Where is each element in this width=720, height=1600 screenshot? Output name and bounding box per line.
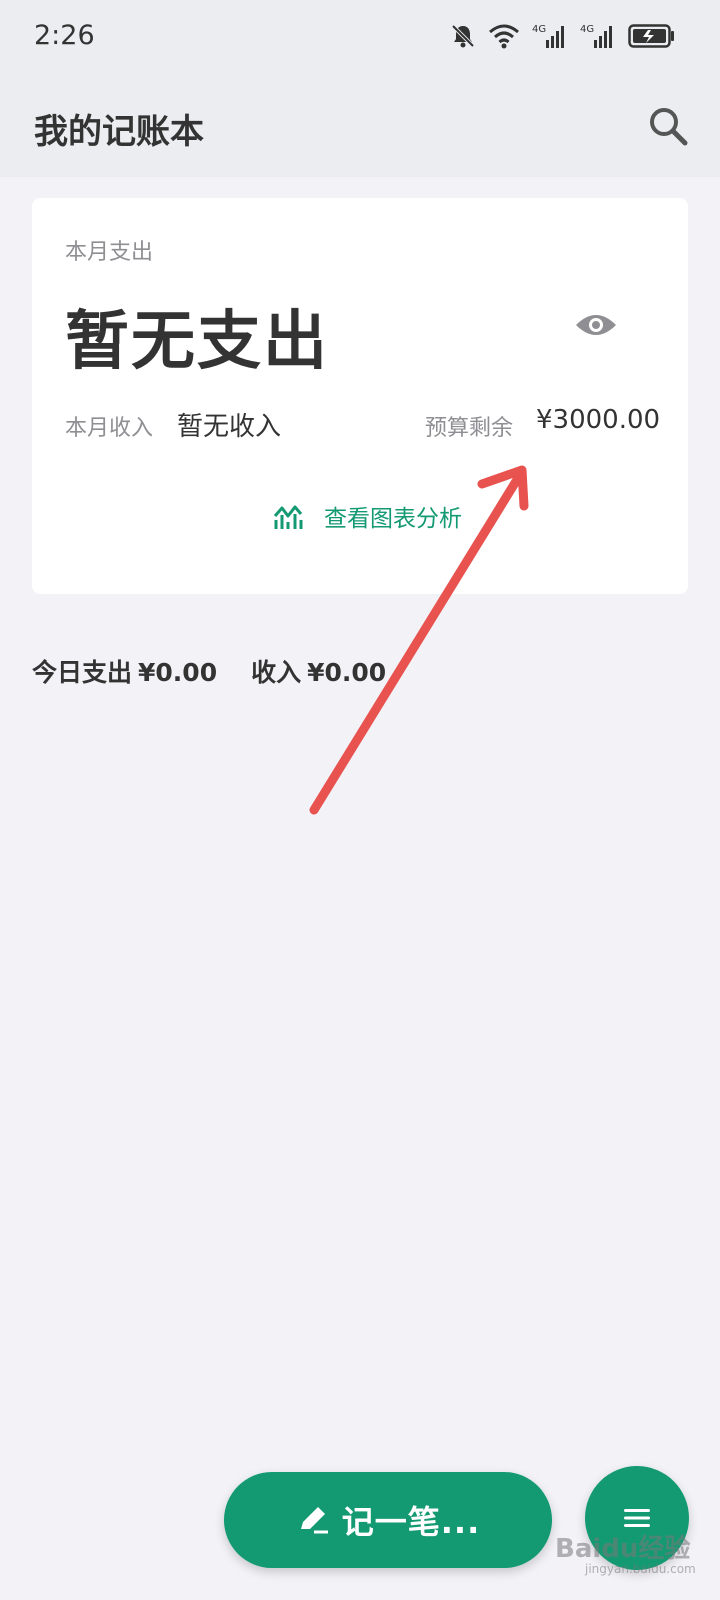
view-chart-analysis-label: 查看图表分析 [324,506,462,532]
record-button-label: 记一笔... [341,1503,481,1541]
network-label-2: 4G [580,24,594,35]
today-expense-label: 今日支出 [32,658,133,687]
budget-left-value: ¥3000.00 [536,405,661,435]
network-label-1: 4G [532,24,546,35]
wifi-icon [489,24,519,49]
page-title: 我的记账本 [34,112,204,152]
status-bar: 2:26 4G 4G [0,0,720,76]
bell-off-icon [451,24,475,48]
today-income-value: ¥0.00 [307,658,387,687]
battery-icon [628,24,674,48]
eye-icon[interactable] [574,310,618,340]
menu-icon [624,1509,650,1527]
status-icons: 4G 4G [450,22,676,50]
month-income-label: 本月收入 [65,416,154,441]
chart-icon [273,505,303,529]
signal-icon: 4G [580,24,612,48]
month-expense-label: 本月支出 [65,240,154,265]
record-button[interactable]: 记一笔... [224,1472,552,1568]
status-time: 2:26 [34,20,95,51]
today-summary: 今日支出 ¥0.00 收入 ¥0.00 [32,653,392,689]
watermark: Baidu经验 [555,1534,691,1564]
watermark-url: jingyan.baidu.com [585,1562,696,1576]
month-income-value: 暂无收入 [177,412,282,442]
today-income-label: 收入 [251,658,302,687]
app-bar: 我的记账本 [0,76,720,177]
view-chart-analysis-link[interactable]: 查看图表分析 [272,496,462,536]
month-expense-value: 暂无支出 [65,305,329,379]
today-expense-value: ¥0.00 [138,658,218,687]
budget-left-label: 预算剩余 [425,416,514,441]
monthly-summary-card: 本月支出 暂无支出 本月收入 暂无收入 预算剩余 ¥3000.00 查看图表分析 [32,198,688,594]
search-icon[interactable] [644,102,692,150]
pen-icon [300,1507,328,1534]
signal-icon: 4G [532,24,564,48]
